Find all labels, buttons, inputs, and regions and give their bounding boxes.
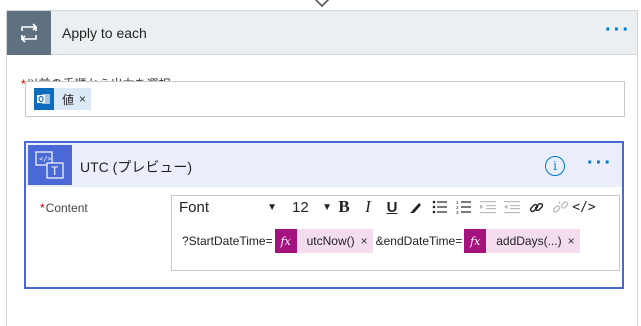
query-text-end: &endDateTime= [375,234,463,248]
query-text-start: ?StartDateTime= [182,234,273,248]
apply-to-each-header[interactable]: Apply to each ··· [7,11,637,55]
dynamic-content-token[interactable]: 値 × [34,88,92,110]
font-size-value: 12 [292,198,309,216]
svg-text:T: T [51,164,59,178]
unlink-icon[interactable] [548,197,572,217]
italic-button[interactable]: I [356,197,380,217]
font-family-value: Font [179,198,210,216]
numbered-list-icon[interactable]: 1 2 3 [452,197,476,217]
chevron-down-icon: ▼ [322,201,332,213]
remove-token-button[interactable]: × [568,234,580,248]
underline-button[interactable]: U [380,197,404,217]
more-options-button[interactable]: ··· [605,20,631,40]
increase-indent-icon[interactable] [476,197,500,217]
remove-token-button[interactable]: × [79,92,91,106]
info-icon[interactable]: i [545,156,565,176]
highlight-pen-icon[interactable] [404,197,428,217]
outlook-icon [34,88,54,110]
chevron-down-icon: ▼ [267,201,277,213]
svg-text:3: 3 [456,210,459,214]
fx-icon: fx [464,229,487,253]
expression-content[interactable]: ?StartDateTime= fx utcNow() × &endDateTi… [172,228,619,254]
bulleted-list-icon[interactable] [428,197,452,217]
loop-icon [7,11,51,55]
select-output-field[interactable]: 値 × [25,81,625,117]
html-to-text-icon: </> T [28,145,72,185]
more-options-button[interactable]: ··· [587,153,613,173]
utc-action-card: </> T UTC (プレビュー) i ··· *Content Font ▼ … [24,141,624,289]
flow-connector-arrow [314,0,330,8]
token-label: addDays(...) [496,234,562,248]
content-field-label: *Content [40,201,88,215]
apply-to-each-title: Apply to each [62,25,147,41]
expression-token[interactable]: fx addDays(...) × [464,229,580,253]
token-label: 値 [62,92,75,107]
remove-token-button[interactable]: × [361,234,373,248]
svg-text:</>: </> [39,155,52,163]
content-label-text: Content [45,201,88,215]
utc-action-title: UTC (プレビュー) [80,159,192,175]
token-label: utcNow() [306,234,355,248]
apply-to-each-card: Apply to each ··· *以前の手順から出力を選択 値 × </> [6,10,638,326]
utc-action-header[interactable]: </> T UTC (プレビュー) i ··· [26,143,622,187]
font-family-dropdown[interactable]: Font ▼ [174,197,282,217]
font-size-dropdown[interactable]: 12 ▼ [292,197,332,217]
bold-button[interactable]: B [332,197,356,217]
decrease-indent-icon[interactable] [500,197,524,217]
code-view-icon[interactable]: </> [572,197,596,217]
fx-icon: fx [274,229,297,253]
link-icon[interactable] [524,197,548,217]
rich-text-toolbar: Font ▼ 12 ▼ B I U 1 2 3 </> [172,196,619,218]
required-marker: * [40,201,45,215]
expression-token[interactable]: fx utcNow() × [274,229,373,253]
content-rich-text-editor[interactable]: Font ▼ 12 ▼ B I U 1 2 3 </> ?StartDateTi… [171,195,620,271]
